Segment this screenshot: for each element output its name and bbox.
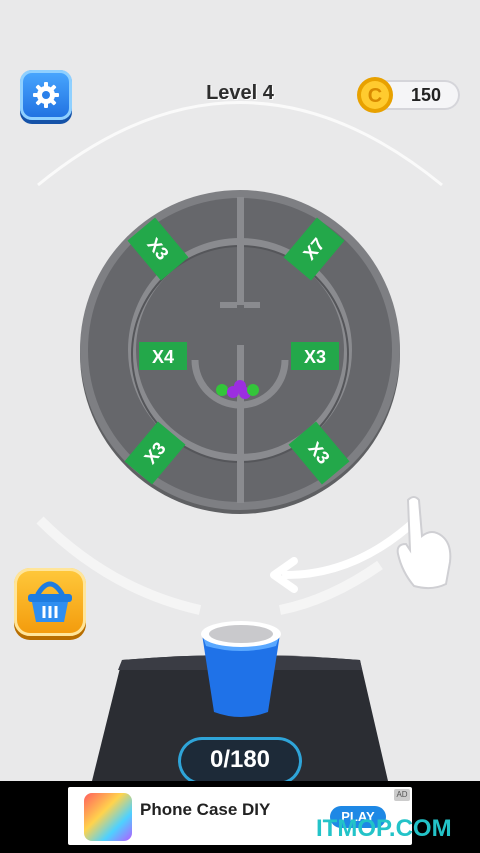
ball-counter-value: 0/180 (209, 746, 271, 773)
settings-button[interactable] (20, 70, 72, 120)
rotating-maze-board[interactable]: X3 X7 X4 X3 X3 X3 (75, 185, 405, 515)
multiplier-inner-right: X3 (291, 342, 339, 370)
ad-thumbnail[interactable] (84, 793, 132, 841)
multiplier-label: X4 (152, 347, 174, 367)
multiplier-inner-left: X4 (139, 342, 187, 370)
gear-icon (33, 82, 59, 108)
collection-cup (201, 621, 281, 717)
basket-shop-button[interactable] (14, 568, 86, 636)
coin-value: 150 (410, 85, 442, 105)
ad-title[interactable]: Phone Case DIY (140, 800, 270, 820)
ad-badge: AD (394, 789, 410, 801)
watermark: ITMOP.COM (316, 815, 452, 842)
svg-text:C: C (368, 85, 382, 107)
multiplier-label: X3 (304, 347, 326, 367)
level-title: Level 4 (206, 82, 274, 104)
basket-icon (28, 581, 72, 622)
pointing-hand-icon (396, 496, 452, 590)
coin-icon: C (357, 77, 393, 113)
